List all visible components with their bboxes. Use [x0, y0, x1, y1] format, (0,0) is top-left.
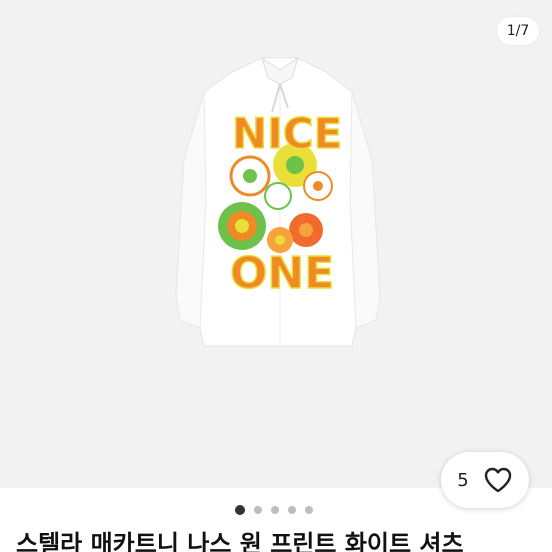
- carousel-pagination-dots[interactable]: [0, 503, 552, 517]
- product-photo: NICE ONE: [175, 56, 381, 347]
- pagination-dot[interactable]: [288, 506, 296, 514]
- like-count: 5: [457, 469, 469, 491]
- product-title: 스텔라 매카트니 나스 원 프린트 화이트 셔츠: [16, 530, 464, 552]
- artwork-word-nice: NICE: [232, 109, 342, 158]
- pagination-dot[interactable]: [305, 506, 313, 514]
- pagination-dot[interactable]: [271, 506, 279, 514]
- pagination-dot-active[interactable]: [235, 505, 245, 515]
- heart-outline-icon: [484, 467, 511, 493]
- artwork-word-one: ONE: [230, 248, 334, 299]
- like-button[interactable]: 5: [441, 452, 529, 508]
- image-counter-badge: 1/7: [497, 17, 539, 45]
- product-image-carousel[interactable]: NICE ONE 1/7: [0, 0, 552, 488]
- pagination-dot[interactable]: [254, 506, 262, 514]
